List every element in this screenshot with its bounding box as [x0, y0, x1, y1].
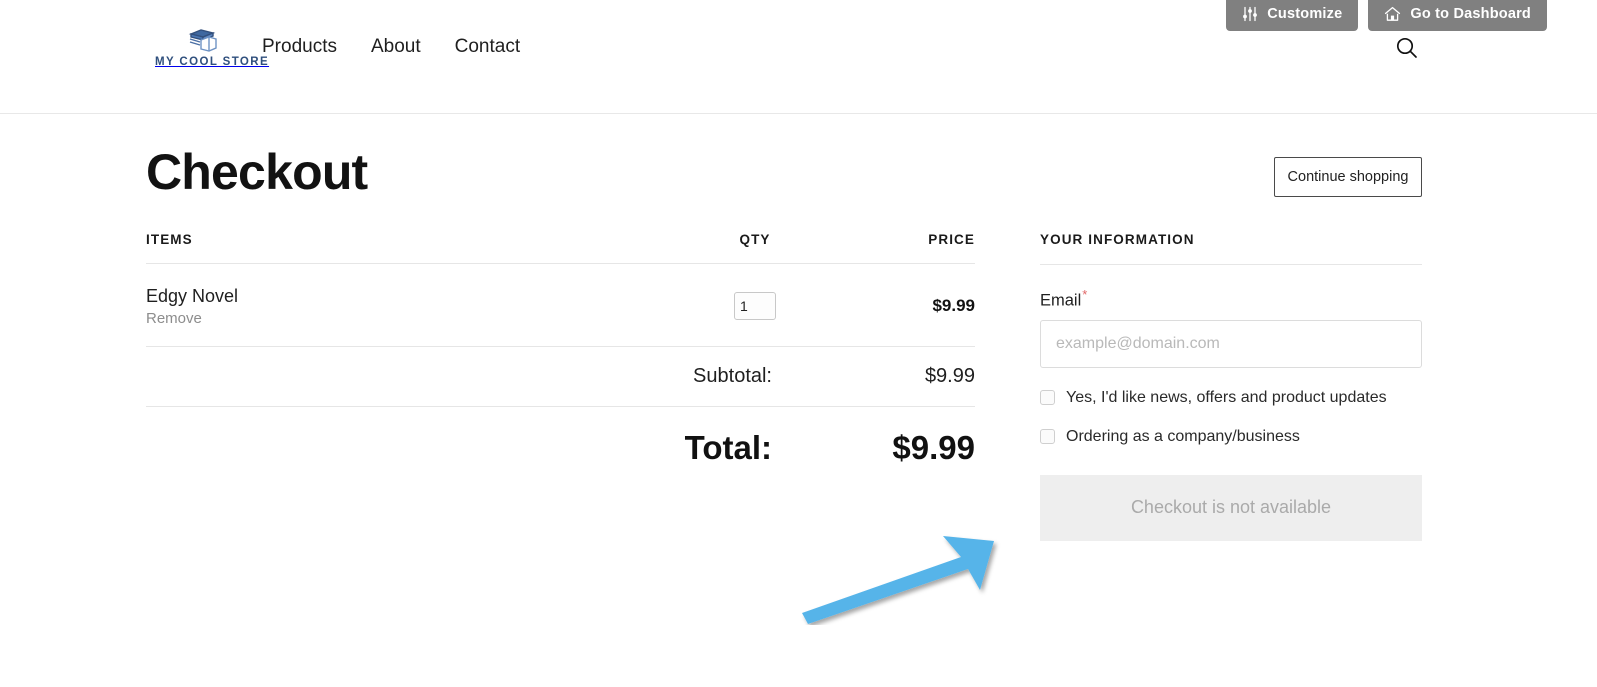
total-value: $9.99 — [892, 429, 975, 467]
subtotal-label: Subtotal: — [693, 365, 772, 388]
cart-item-name: Edgy Novel — [146, 286, 239, 306]
cart-item-price: $9.99 — [932, 296, 975, 316]
cart-table: Items QTY Price Edgy Novel Remove $9.99 … — [146, 232, 975, 483]
table-row: Edgy Novel Remove $9.99 — [146, 264, 975, 348]
column-header-qty: QTY — [739, 232, 771, 247]
page-title: Checkout — [146, 144, 368, 200]
your-information-panel: Your Information Email* Yes, I'd like ne… — [1040, 232, 1422, 541]
customize-button-label: Customize — [1267, 5, 1343, 22]
total-label: Total: — [684, 429, 772, 467]
cart-item-cell: Edgy Novel Remove — [146, 284, 685, 328]
cart-item-qty-cell — [685, 292, 825, 321]
home-icon — [1385, 6, 1401, 21]
business-order-checkbox-row: Ordering as a company/business — [1040, 428, 1422, 446]
business-order-checkbox[interactable] — [1040, 429, 1055, 444]
email-field-label: Email* — [1040, 287, 1422, 311]
quantity-stepper[interactable] — [734, 292, 776, 321]
column-header-items: Items — [146, 232, 193, 247]
brand-name: MY COOL STORE — [155, 56, 270, 68]
arrow-icon — [802, 536, 994, 624]
search-icon — [1396, 37, 1417, 58]
subtotal-row: Subtotal: $9.99 — [146, 347, 975, 408]
customize-button[interactable]: Customize — [1226, 0, 1359, 31]
remove-item-link[interactable]: Remove — [146, 310, 202, 327]
search-button[interactable] — [1392, 34, 1422, 64]
column-header-price: Price — [928, 232, 975, 247]
brand-logo[interactable]: MY COOL STORE — [155, 22, 270, 68]
cart-table-header: Items QTY Price — [146, 232, 975, 264]
go-to-dashboard-button[interactable]: Go to Dashboard — [1368, 0, 1547, 31]
email-field[interactable] — [1040, 319, 1422, 368]
nav-item-about[interactable]: About — [371, 33, 421, 61]
sliders-icon — [1243, 6, 1258, 21]
newsletter-checkbox-label[interactable]: Yes, I'd like news, offers and product u… — [1066, 389, 1387, 407]
total-row: Total: $9.99 — [146, 407, 975, 483]
dashboard-button-label: Go to Dashboard — [1410, 5, 1531, 22]
admin-bar: Customize Go to Dashboard — [1226, 0, 1597, 34]
newsletter-checkbox-row: Yes, I'd like news, offers and product u… — [1040, 389, 1422, 407]
checkout-button: Checkout is not available — [1040, 474, 1422, 541]
email-label-text: Email — [1040, 291, 1082, 310]
business-order-checkbox-label[interactable]: Ordering as a company/business — [1066, 428, 1300, 446]
stacked-books-icon — [188, 29, 217, 52]
subtotal-value: $9.99 — [924, 365, 975, 388]
nav-item-products[interactable]: Products — [262, 33, 337, 61]
your-information-heading: Your Information — [1040, 232, 1422, 265]
nav-item-contact[interactable]: Contact — [455, 33, 520, 61]
continue-shopping-button[interactable]: Continue shopping — [1274, 157, 1422, 197]
required-asterisk: * — [1082, 287, 1088, 302]
main-nav: Products About Contact — [262, 33, 520, 61]
newsletter-checkbox[interactable] — [1040, 390, 1055, 405]
annotation-arrow — [780, 515, 1010, 630]
